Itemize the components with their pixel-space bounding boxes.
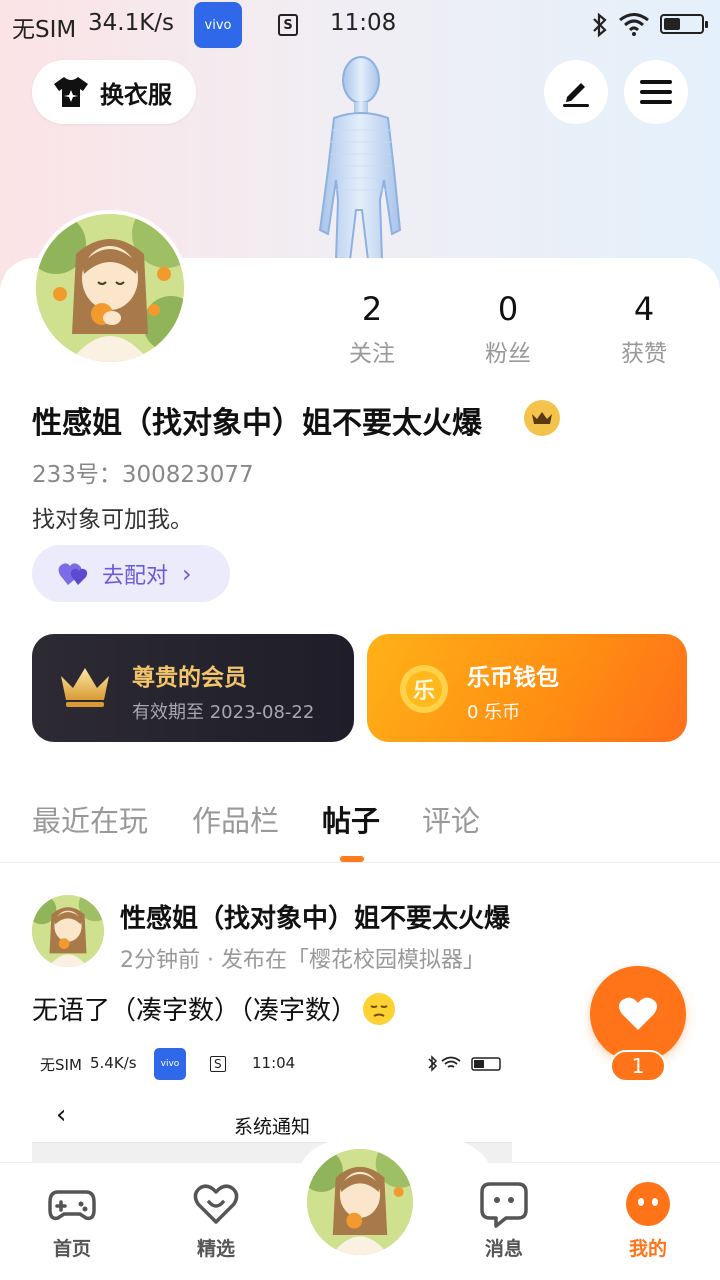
chat-icon <box>480 1182 528 1228</box>
vip-crown-badge[interactable] <box>524 400 560 436</box>
profile-avatar[interactable] <box>32 210 188 366</box>
nav-messages[interactable]: 消息 <box>454 1180 554 1261</box>
nav-me[interactable]: 我的 <box>598 1180 698 1261</box>
username: 性感姐（找对象中）姐不要太火爆 <box>32 406 482 441</box>
post-text: 无语了（凑字数）（凑字数） <box>32 990 396 1027</box>
status-bar: 无SIM 34.1K/s vivo S 11:08 <box>0 0 720 50</box>
vip-expiry: 有效期至 2023-08-22 <box>132 702 315 723</box>
bluetooth-icon <box>593 12 607 38</box>
coin-wallet-card[interactable]: 乐 乐币钱包 0 乐币 <box>367 634 687 742</box>
avatar-illustration <box>36 214 184 362</box>
like-count-badge: 1 <box>610 1050 666 1082</box>
double-heart-icon <box>58 562 88 585</box>
chevron-right-icon: › <box>182 559 192 588</box>
tab-recent-played[interactable]: 最近在玩 <box>32 798 148 840</box>
clock: 11:08 <box>330 10 397 36</box>
vip-title: 尊贵的会员 <box>132 665 247 691</box>
embedded-vivo-icon: vivo <box>154 1048 186 1080</box>
vip-membership-card[interactable]: 尊贵的会员 有效期至 2023-08-22 <box>32 634 354 742</box>
followers-label: 粉丝 <box>485 341 531 367</box>
embedded-sim-icon: S <box>210 1056 226 1072</box>
stat-likes[interactable]: 4 获赞 <box>594 290 694 368</box>
change-outfit-label: 换衣服 <box>100 80 172 109</box>
sad-face-emoji-icon <box>363 993 396 1025</box>
nav-messages-label: 消息 <box>484 1238 523 1260</box>
avatar-illustration <box>307 1149 413 1255</box>
nav-center-avatar[interactable] <box>304 1146 416 1258</box>
network-speed: 34.1K/s <box>88 10 175 36</box>
battery-icon <box>660 14 708 34</box>
divider <box>0 862 720 863</box>
tab-posts[interactable]: 帖子 <box>322 798 380 840</box>
heart-icon <box>618 997 658 1030</box>
following-label: 关注 <box>349 341 395 367</box>
likes-count: 4 <box>633 290 655 328</box>
heart-smile-icon <box>193 1184 239 1224</box>
nav-me-label: 我的 <box>628 1238 667 1260</box>
coin-icon-char: 乐 <box>412 679 435 704</box>
nav-home-label: 首页 <box>52 1238 91 1260</box>
wifi-icon <box>619 13 649 36</box>
crown-icon <box>532 412 552 424</box>
gamepad-icon <box>48 1190 96 1221</box>
post-meta: 2分钟前 · 发布在「樱花校园模拟器」 <box>120 948 485 973</box>
tshirt-icon <box>54 77 88 107</box>
tab-works[interactable]: 作品栏 <box>192 798 279 840</box>
avatar-3d-figure[interactable] <box>300 50 422 262</box>
user-id: 233号：300823077 <box>32 462 254 488</box>
user-bio: 找对象可加我。 <box>32 507 193 533</box>
avatar-illustration <box>32 895 104 967</box>
embedded-speed: 5.4K/s <box>90 1054 137 1072</box>
following-count: 2 <box>361 290 383 328</box>
embedded-status-bar: 无SIM 5.4K/s vivo S 11:04 <box>32 1040 512 1090</box>
vivo-app-icon: vivo <box>194 2 242 48</box>
nav-featured-label: 精选 <box>196 1238 235 1260</box>
stat-following[interactable]: 2 关注 <box>322 290 422 368</box>
match-label: 去配对 <box>102 563 169 589</box>
likes-label: 获赞 <box>621 341 667 367</box>
menu-button[interactable] <box>624 60 688 124</box>
post-author-avatar[interactable] <box>32 895 104 967</box>
followers-count: 0 <box>497 290 519 328</box>
coin-title: 乐币钱包 <box>467 665 559 691</box>
coin-balance: 0 乐币 <box>467 702 521 723</box>
change-outfit-button[interactable]: 换衣服 <box>32 60 196 124</box>
stat-followers[interactable]: 0 粉丝 <box>458 290 558 368</box>
embedded-clock: 11:04 <box>252 1054 296 1072</box>
pen-icon <box>563 83 589 107</box>
carrier-text: 无SIM <box>12 17 77 43</box>
post-text-content: 无语了（凑字数）（凑字数） <box>32 996 358 1026</box>
embedded-status-icons <box>428 1055 501 1072</box>
embedded-carrier: 无SIM <box>40 1056 82 1074</box>
edit-profile-button[interactable] <box>544 60 608 124</box>
sim-icon: S <box>278 14 298 36</box>
post-author-name[interactable]: 性感姐（找对象中）姐不要太火爆 <box>120 898 510 935</box>
face-icon <box>626 1182 670 1226</box>
nav-featured[interactable]: 精选 <box>166 1180 266 1261</box>
match-button[interactable]: 去配对 › <box>32 545 230 602</box>
menu-icon <box>640 80 672 104</box>
tab-comments[interactable]: 评论 <box>422 798 480 840</box>
nav-home[interactable]: 首页 <box>22 1180 122 1261</box>
crown-icon <box>61 668 109 707</box>
like-button[interactable] <box>590 966 686 1062</box>
